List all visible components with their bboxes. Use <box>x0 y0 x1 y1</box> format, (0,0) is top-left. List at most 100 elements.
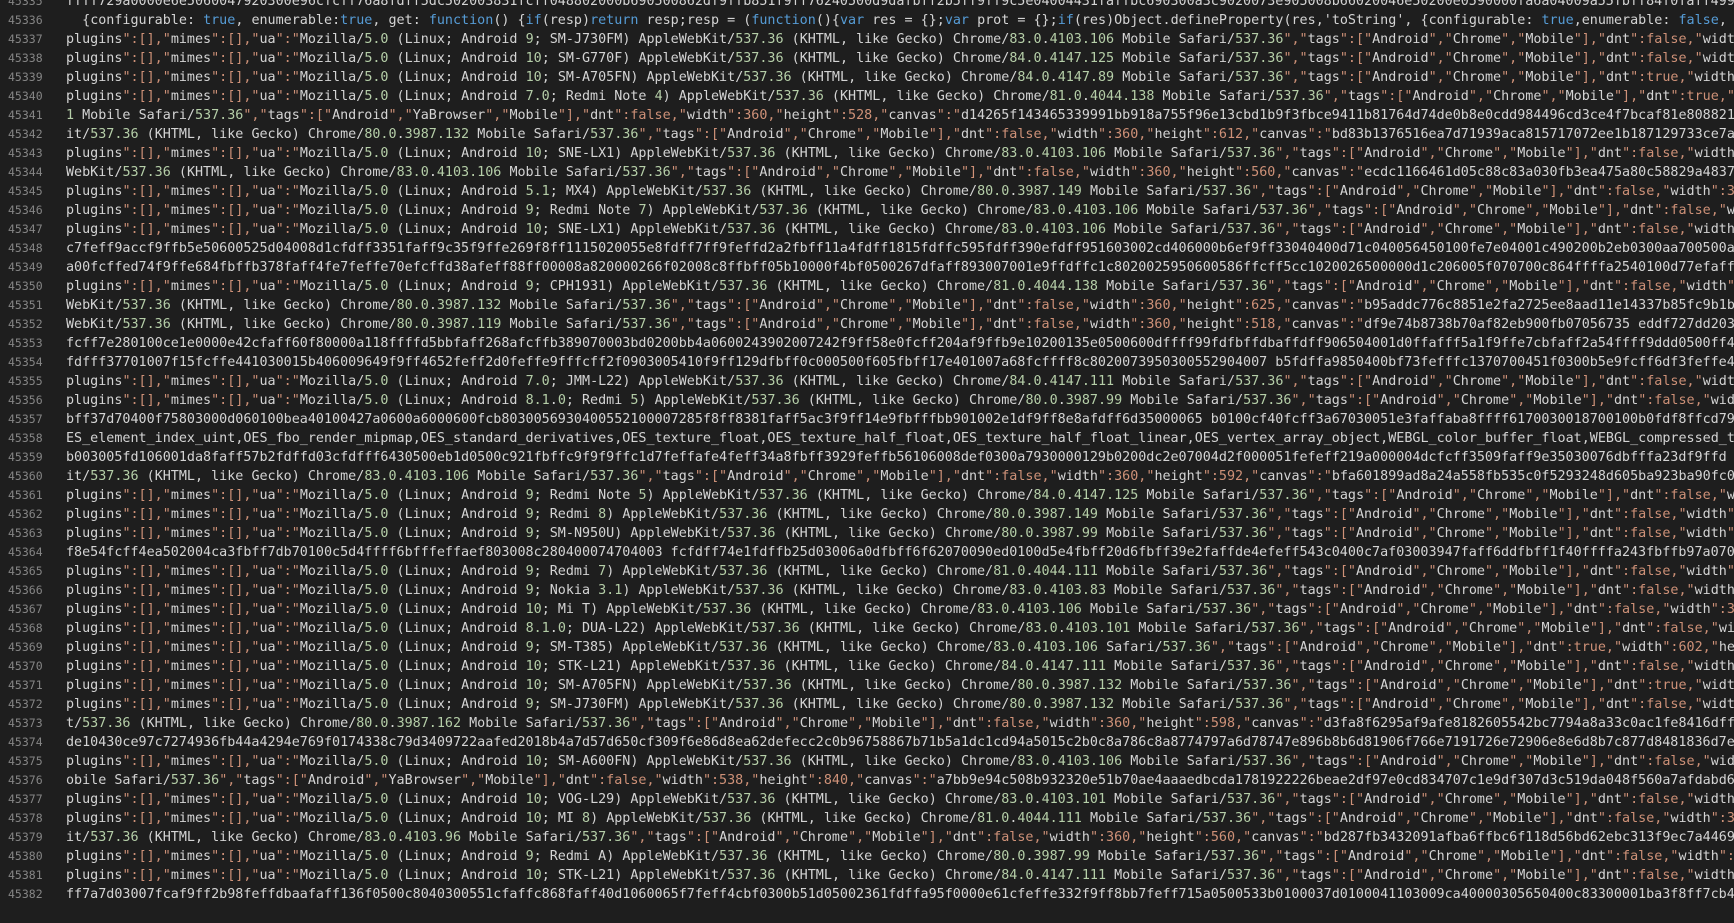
code-line[interactable]: 45340 plugins":[],"mimes":[],"ua":"Mozill… <box>0 87 1734 106</box>
code-line[interactable]: 45367 plugins":[],"mimes":[],"ua":"Mozill… <box>0 600 1734 619</box>
line-text[interactable]: plugins":[],"mimes":[],"ua":"Mozilla/5.0… <box>60 182 1734 201</box>
code-line[interactable]: 45362 plugins":[],"mimes":[],"ua":"Mozill… <box>0 505 1734 524</box>
code-line[interactable]: 45338 plugins":[],"mimes":[],"ua":"Mozill… <box>0 49 1734 68</box>
line-text[interactable]: plugins":[],"mimes":[],"ua":"Mozilla/5.0… <box>60 790 1734 809</box>
line-text[interactable]: plugins":[],"mimes":[],"ua":"Mozilla/5.0… <box>60 847 1734 866</box>
line-text[interactable]: plugins":[],"mimes":[],"ua":"Mozilla/5.0… <box>60 752 1734 771</box>
line-number: 45368 <box>8 621 43 635</box>
code-line[interactable]: 45365 plugins":[],"mimes":[],"ua":"Mozill… <box>0 562 1734 581</box>
code-line[interactable]: 45369 plugins":[],"mimes":[],"ua":"Mozill… <box>0 638 1734 657</box>
line-text[interactable]: plugins":[],"mimes":[],"ua":"Mozilla/5.0… <box>60 676 1734 695</box>
code-line[interactable]: 45364 f8e54fcff4ea502004ca3fbff7db70100c5… <box>0 543 1734 562</box>
code-line[interactable]: 45378 plugins":[],"mimes":[],"ua":"Mozill… <box>0 809 1734 828</box>
code-line[interactable]: 45374 de10430ce97c7274936fb44a4294e769f01… <box>0 733 1734 752</box>
code-line[interactable]: 45344 WebKit/537.36 (KHTML, like Gecko) C… <box>0 163 1734 182</box>
line-text[interactable]: plugins":[],"mimes":[],"ua":"Mozilla/5.0… <box>60 144 1734 163</box>
code-line[interactable]: 45380 plugins":[],"mimes":[],"ua":"Mozill… <box>0 847 1734 866</box>
code-line[interactable]: 45372 plugins":[],"mimes":[],"ua":"Mozill… <box>0 695 1734 714</box>
code-line[interactable]: 45363 plugins":[],"mimes":[],"ua":"Mozill… <box>0 524 1734 543</box>
line-number: 45351 <box>8 298 43 312</box>
code-line[interactable]: 45377 plugins":[],"mimes":[],"ua":"Mozill… <box>0 790 1734 809</box>
line-text[interactable]: plugins":[],"mimes":[],"ua":"Mozilla/5.0… <box>60 657 1734 676</box>
line-text[interactable]: f8e54fcff4ea502004ca3fbff7db70100c5d4fff… <box>60 543 1734 562</box>
line-text[interactable]: plugins":[],"mimes":[],"ua":"Mozilla/5.0… <box>60 581 1734 600</box>
line-text[interactable]: fcff7e280100ce1e0000e42cfaff60f80000a118… <box>60 334 1734 353</box>
code-line[interactable]: 45337 plugins":[],"mimes":[],"ua":"Mozill… <box>0 30 1734 49</box>
line-text[interactable]: fdfff37701007f15fcffe441030015b406009649… <box>60 353 1734 372</box>
line-text[interactable]: c7feff9accf9ffb5e50600525d04008d1cfdff33… <box>60 239 1734 258</box>
code-line[interactable]: 45339 plugins":[],"mimes":[],"ua":"Mozill… <box>0 68 1734 87</box>
line-text[interactable]: ES_element_index_uint,OES_fbo_render_mip… <box>60 429 1734 448</box>
code-line[interactable]: 45375 plugins":[],"mimes":[],"ua":"Mozill… <box>0 752 1734 771</box>
code-line[interactable]: 45352 WebKit/537.36 (KHTML, like Gecko) C… <box>0 315 1734 334</box>
code-line[interactable]: 45368 plugins":[],"mimes":[],"ua":"Mozill… <box>0 619 1734 638</box>
code-line[interactable]: 45349 a00fcffed74f9ffe684fbffb378faff4fe7… <box>0 258 1734 277</box>
code-line[interactable]: 45382 ff7a7d03007fcaf9ff2b98feffdbaafaff1… <box>0 885 1734 904</box>
code-line[interactable]: 45366 plugins":[],"mimes":[],"ua":"Mozill… <box>0 581 1734 600</box>
line-text[interactable]: it/537.36 (KHTML, like Gecko) Chrome/80.… <box>60 125 1734 144</box>
line-text[interactable]: t/537.36 (KHTML, like Gecko) Chrome/80.0… <box>60 714 1734 733</box>
code-line[interactable]: 45354 fdfff37701007f15fcffe441030015b4060… <box>0 353 1734 372</box>
line-text[interactable]: de10430ce97c7274936fb44a4294e769f0174338… <box>60 733 1734 752</box>
line-text[interactable]: plugins":[],"mimes":[],"ua":"Mozilla/5.0… <box>60 391 1734 410</box>
line-number: 45355 <box>8 374 43 388</box>
code-line[interactable]: 45343 plugins":[],"mimes":[],"ua":"Mozill… <box>0 144 1734 163</box>
line-text[interactable]: b003005fd106001da8faff57b2fdffd03cfdfff6… <box>60 448 1734 467</box>
line-text[interactable]: ff7a7d03007fcaf9ff2b98feffdbaafaff136f05… <box>60 885 1734 904</box>
line-text[interactable]: 1 Mobile Safari/537.36","tags":["Android… <box>60 106 1734 125</box>
line-text[interactable]: plugins":[],"mimes":[],"ua":"Mozilla/5.0… <box>60 505 1734 524</box>
code-line[interactable]: 45335 ffff729a0000e6e5060047920300e96cfcf… <box>0 0 1734 11</box>
code-line[interactable]: 45371 plugins":[],"mimes":[],"ua":"Mozill… <box>0 676 1734 695</box>
code-line[interactable]: 45357 bff37d70400f75803000d060100bea40100… <box>0 410 1734 429</box>
line-text[interactable]: it/537.36 (KHTML, like Gecko) Chrome/83.… <box>60 467 1734 486</box>
code-line[interactable]: 45345 plugins":[],"mimes":[],"ua":"Mozill… <box>0 182 1734 201</box>
line-text[interactable]: plugins":[],"mimes":[],"ua":"Mozilla/5.0… <box>60 30 1734 49</box>
line-text[interactable]: plugins":[],"mimes":[],"ua":"Mozilla/5.0… <box>60 600 1734 619</box>
code-line[interactable]: 45350 plugins":[],"mimes":[],"ua":"Mozill… <box>0 277 1734 296</box>
line-text[interactable]: plugins":[],"mimes":[],"ua":"Mozilla/5.0… <box>60 49 1734 68</box>
code-line[interactable]: 45359 b003005fd106001da8faff57b2fdffd03cf… <box>0 448 1734 467</box>
code-line[interactable]: 45376 obile Safari/537.36","tags":["Andro… <box>0 771 1734 790</box>
code-line[interactable]: 45342 it/537.36 (KHTML, like Gecko) Chrom… <box>0 125 1734 144</box>
line-text[interactable]: WebKit/537.36 (KHTML, like Gecko) Chrome… <box>60 315 1734 334</box>
line-text[interactable]: plugins":[],"mimes":[],"ua":"Mozilla/5.0… <box>60 638 1734 657</box>
code-line[interactable]: 45381 plugins":[],"mimes":[],"ua":"Mozill… <box>0 866 1734 885</box>
line-text[interactable]: plugins":[],"mimes":[],"ua":"Mozilla/5.0… <box>60 486 1734 505</box>
code-line[interactable]: 45355 plugins":[],"mimes":[],"ua":"Mozill… <box>0 372 1734 391</box>
line-text[interactable]: plugins":[],"mimes":[],"ua":"Mozilla/5.0… <box>60 68 1734 87</box>
line-text[interactable]: plugins":[],"mimes":[],"ua":"Mozilla/5.0… <box>60 524 1734 543</box>
code-line[interactable]: 45348 c7feff9accf9ffb5e50600525d04008d1cf… <box>0 239 1734 258</box>
line-text[interactable]: ffff729a0000e6e5060047920300e96cfcff76a8… <box>60 0 1734 11</box>
line-text[interactable]: it/537.36 (KHTML, like Gecko) Chrome/83.… <box>60 828 1734 847</box>
line-text[interactable]: plugins":[],"mimes":[],"ua":"Mozilla/5.0… <box>60 277 1734 296</box>
line-text[interactable]: WebKit/537.36 (KHTML, like Gecko) Chrome… <box>60 296 1734 315</box>
line-text[interactable]: obile Safari/537.36","tags":["Android","… <box>60 771 1734 790</box>
line-text[interactable]: plugins":[],"mimes":[],"ua":"Mozilla/5.0… <box>60 372 1734 391</box>
code-editor[interactable]: 45335 ffff729a0000e6e5060047920300e96cfcf… <box>0 0 1734 923</box>
code-line[interactable]: 45370 plugins":[],"mimes":[],"ua":"Mozill… <box>0 657 1734 676</box>
line-text[interactable]: plugins":[],"mimes":[],"ua":"Mozilla/5.0… <box>60 87 1734 106</box>
line-text[interactable]: plugins":[],"mimes":[],"ua":"Mozilla/5.0… <box>60 809 1734 828</box>
code-line[interactable]: 45356 plugins":[],"mimes":[],"ua":"Mozill… <box>0 391 1734 410</box>
code-line[interactable]: 45336 {configurable: true, enumerable:tr… <box>0 11 1734 30</box>
code-line[interactable]: 45360 it/537.36 (KHTML, like Gecko) Chrom… <box>0 467 1734 486</box>
code-line[interactable]: 45346 plugins":[],"mimes":[],"ua":"Mozill… <box>0 201 1734 220</box>
line-text[interactable]: plugins":[],"mimes":[],"ua":"Mozilla/5.0… <box>60 866 1734 885</box>
line-text[interactable]: plugins":[],"mimes":[],"ua":"Mozilla/5.0… <box>60 619 1734 638</box>
line-text[interactable]: bff37d70400f75803000d060100bea40100427a0… <box>60 410 1734 429</box>
line-text[interactable]: a00fcffed74f9ffe684fbffb378faff4fe7feffe… <box>60 258 1734 277</box>
line-text[interactable]: plugins":[],"mimes":[],"ua":"Mozilla/5.0… <box>60 220 1734 239</box>
code-line[interactable]: 45341 1 Mobile Safari/537.36","tags":["An… <box>0 106 1734 125</box>
line-text[interactable]: {configurable: true, enumerable:true, ge… <box>60 11 1734 30</box>
code-line[interactable]: 45358 ES_element_index_uint,OES_fbo_rende… <box>0 429 1734 448</box>
code-line[interactable]: 45361 plugins":[],"mimes":[],"ua":"Mozill… <box>0 486 1734 505</box>
line-text[interactable]: plugins":[],"mimes":[],"ua":"Mozilla/5.0… <box>60 562 1734 581</box>
line-text[interactable]: WebKit/537.36 (KHTML, like Gecko) Chrome… <box>60 163 1734 182</box>
code-line[interactable]: 45373 t/537.36 (KHTML, like Gecko) Chrome… <box>0 714 1734 733</box>
line-text[interactable]: plugins":[],"mimes":[],"ua":"Mozilla/5.0… <box>60 201 1734 220</box>
code-line[interactable]: 45351 WebKit/537.36 (KHTML, like Gecko) C… <box>0 296 1734 315</box>
line-text[interactable]: plugins":[],"mimes":[],"ua":"Mozilla/5.0… <box>60 695 1734 714</box>
code-line[interactable]: 45353 fcff7e280100ce1e0000e42cfaff60f8000… <box>0 334 1734 353</box>
code-line[interactable]: 45347 plugins":[],"mimes":[],"ua":"Mozill… <box>0 220 1734 239</box>
code-line[interactable]: 45379 it/537.36 (KHTML, like Gecko) Chrom… <box>0 828 1734 847</box>
